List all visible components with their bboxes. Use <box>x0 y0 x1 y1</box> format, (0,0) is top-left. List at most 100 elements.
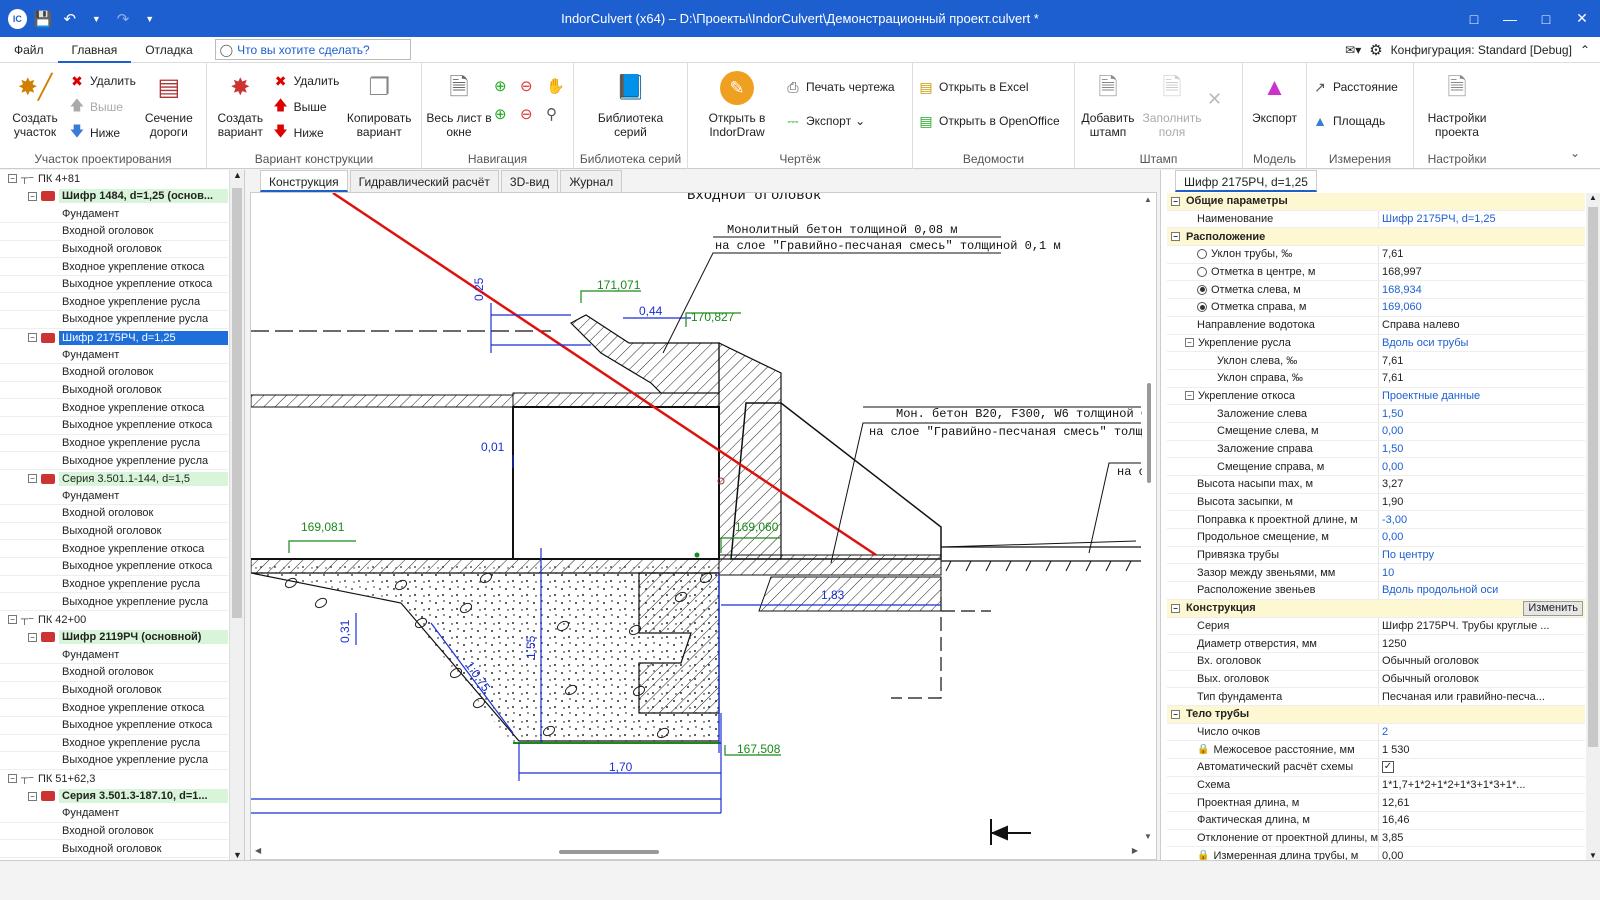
property-row[interactable]: Число очков 2 <box>1167 723 1585 742</box>
scroll-up-icon[interactable]: ▲ <box>233 170 242 180</box>
scroll-down-icon[interactable]: ▼ <box>1144 832 1152 841</box>
tree-item-element[interactable]: Выходное укрепление откоса <box>0 717 228 735</box>
move-variant-up-button[interactable]: 🡅 Выше <box>272 97 340 117</box>
property-value[interactable]: 1250 <box>1378 635 1585 652</box>
property-row[interactable]: Заложение слева 1,50 <box>1167 405 1585 423</box>
property-row[interactable]: 🔒 Измеренная длина трубы, м 0,00 <box>1167 847 1585 860</box>
property-value[interactable]: Песчаная или гравийно-песча... <box>1378 688 1585 705</box>
collapse-icon[interactable]: − <box>1171 709 1180 719</box>
property-value[interactable]: 7,61 <box>1378 246 1585 263</box>
property-row[interactable]: − Укрепление откоса Проектные данные <box>1167 387 1585 406</box>
property-value[interactable]: 7,61 <box>1378 369 1585 387</box>
property-row[interactable]: Вых. оголовок Обычный оголовок <box>1167 670 1585 689</box>
property-value[interactable]: 1 530 <box>1378 741 1585 758</box>
open-excel-button[interactable]: ▤ Открыть в Excel <box>917 77 1060 97</box>
tree-item-variant[interactable]: − Шифр 1484, d=1,25 (основ... <box>0 188 244 206</box>
quick-access-dropdown-icon[interactable]: ▼ <box>139 8 160 30</box>
tree-item-element[interactable]: Выходной оголовок <box>0 682 228 700</box>
property-value[interactable]: 169,060 <box>1378 299 1585 316</box>
tree-item-element[interactable]: Выходной оголовок <box>0 382 228 400</box>
tree-item-element[interactable]: Выходной оголовок <box>0 523 228 541</box>
property-section[interactable]: − Тело трубы <box>1167 705 1585 724</box>
drawing-canvas[interactable]: Входной оголовок Монолитный бетон толщин… <box>250 192 1157 860</box>
tree-item-element[interactable]: Фундамент <box>0 488 228 506</box>
collapse-icon[interactable]: − <box>28 791 37 801</box>
property-value[interactable]: 1*1,7+1*2+1*2+1*3+1*3+1*... <box>1378 776 1585 794</box>
radio-button[interactable] <box>1197 284 1207 295</box>
property-row[interactable]: Серия Шифр 2175РЧ. Трубы круглые ... <box>1167 617 1585 636</box>
tree-item-element[interactable]: Входное укрепление откоса <box>0 540 228 559</box>
tree-item-element[interactable]: Входное укрепление откоса <box>0 699 228 717</box>
tree-item-element[interactable]: Входной оголовок <box>0 364 228 382</box>
property-value[interactable]: 1,50 <box>1378 405 1585 422</box>
canvas-hscroll-thumb[interactable] <box>559 850 659 854</box>
property-row[interactable]: Привязка трубы По центру <box>1167 546 1585 565</box>
tree-item-element[interactable]: Выходное укрепление откоса <box>0 558 228 576</box>
tree-item-element[interactable]: Входной оголовок <box>0 823 228 841</box>
collapse-icon[interactable]: − <box>8 615 17 625</box>
tree-item-element[interactable]: Выходное укрепление откоса <box>0 417 228 435</box>
zoom-prev-icon[interactable]: ⊕ <box>494 105 516 123</box>
property-value[interactable]: Обычный оголовок <box>1378 652 1585 670</box>
property-row[interactable]: Вх. оголовок Обычный оголовок <box>1167 652 1585 671</box>
change-construction-button[interactable]: Изменить <box>1523 600 1583 616</box>
property-section[interactable]: − Конструкция Изменить <box>1167 599 1585 618</box>
collapse-icon[interactable]: − <box>8 174 17 184</box>
undo-dropdown-icon[interactable]: ▼ <box>86 8 107 30</box>
property-section[interactable]: − Общие параметры <box>1167 193 1585 211</box>
tree-item-variant[interactable]: − Серия 3.501.1-144, d=1,5 <box>0 470 244 488</box>
property-row[interactable]: Продольное смещение, м 0,00 <box>1167 529 1585 547</box>
move-section-down-button[interactable]: 🡇 Ниже <box>68 123 136 143</box>
property-row[interactable]: Уклон трубы, ‰ 7,61 <box>1167 246 1585 264</box>
property-value[interactable]: Шифр 2175РЧ, d=1,25 <box>1378 210 1585 228</box>
tab-construction[interactable]: Конструкция <box>260 170 348 192</box>
property-row[interactable]: Смещение слева, м 0,00 <box>1167 422 1585 441</box>
redo-icon[interactable]: ↷ <box>113 8 134 30</box>
radio-button[interactable] <box>1197 302 1207 313</box>
tree-item-element[interactable]: Выходной оголовок <box>0 840 228 858</box>
canvas-vertical-scrollbar[interactable]: ▲ ▼ <box>1142 193 1156 843</box>
property-row[interactable]: Схема 1*1,7+1*2+1*2+1*3+1*3+1*... <box>1167 776 1585 795</box>
property-value[interactable]: Вдоль продольной оси <box>1378 582 1585 599</box>
delete-section-button[interactable]: ✖ Удалить <box>68 71 136 91</box>
remove-stamp-icon[interactable]: ✕ <box>1207 67 1222 110</box>
delete-variant-button[interactable]: ✖ Удалить <box>272 71 340 91</box>
configuration-label[interactable]: Конфигурация: Standard [Debug] <box>1391 43 1572 57</box>
property-row[interactable]: Поправка к проектной длине, м -3,00 <box>1167 511 1585 530</box>
add-stamp-button[interactable]: 🗎 Добавить штамп <box>1079 67 1137 140</box>
canvas-vscroll-thumb[interactable] <box>1147 383 1151 483</box>
road-section-button[interactable]: ▤ Сечение дороги <box>138 67 200 140</box>
property-row[interactable]: − Укрепление русла Вдоль оси трубы <box>1167 334 1585 353</box>
tree-item-element[interactable]: Входное укрепление русла <box>0 576 228 594</box>
open-openoffice-button[interactable]: ▤ Открыть в OpenOffice <box>917 111 1059 131</box>
close-button[interactable]: ✕ <box>1564 0 1600 37</box>
pan-hand-icon[interactable]: ✋ <box>546 77 568 95</box>
tree-item-element[interactable]: Фундамент <box>0 805 228 823</box>
tree-item-element[interactable]: Входное укрепление русла <box>0 735 228 753</box>
collapse-icon[interactable]: − <box>1185 338 1194 348</box>
tree-item-element[interactable]: Выходное укрепление русла <box>0 311 228 329</box>
scroll-right-icon[interactable]: ▶ <box>1132 846 1138 855</box>
tree-item-element[interactable]: Входное укрепление русла <box>0 435 228 453</box>
property-value[interactable]: 3,85 <box>1378 829 1585 847</box>
property-row[interactable]: Уклон справа, ‰ 7,61 <box>1167 369 1585 388</box>
tab-home[interactable]: Главная <box>57 37 132 63</box>
copy-variant-button[interactable]: ❐ Копировать вариант <box>341 67 417 140</box>
property-row[interactable]: Заложение справа 1,50 <box>1167 440 1585 459</box>
scroll-down-icon[interactable]: ▼ <box>233 850 242 860</box>
tree-item-element[interactable]: Фундамент <box>0 346 228 365</box>
tree-item-variant[interactable]: − Шифр 2119РЧ (основной) <box>0 629 244 647</box>
undo-icon[interactable]: ↶ <box>59 8 80 30</box>
tab-journal[interactable]: Журнал <box>560 170 623 192</box>
property-row[interactable]: Тип фундамента Песчаная или гравийно-песч… <box>1167 688 1585 706</box>
property-row[interactable]: Диаметр отверстия, мм 1250 <box>1167 635 1585 653</box>
tree-item-variant[interactable]: − Серия 3.501.3-187.10, d=1... <box>0 787 244 805</box>
maximize-button[interactable]: □ <box>1528 0 1564 37</box>
tree-item-element[interactable]: Входной оголовок <box>0 664 228 682</box>
properties-tab[interactable]: Шифр 2175РЧ, d=1,25 <box>1175 170 1317 192</box>
tree-item-element[interactable]: Входной оголовок <box>0 505 228 523</box>
fill-fields-button[interactable]: 🗎 Заполнить поля <box>1139 67 1205 140</box>
property-value[interactable]: Проектные данные <box>1378 387 1585 405</box>
scroll-up-icon[interactable]: ▲ <box>1144 195 1152 204</box>
collapse-icon[interactable]: − <box>1171 603 1180 613</box>
